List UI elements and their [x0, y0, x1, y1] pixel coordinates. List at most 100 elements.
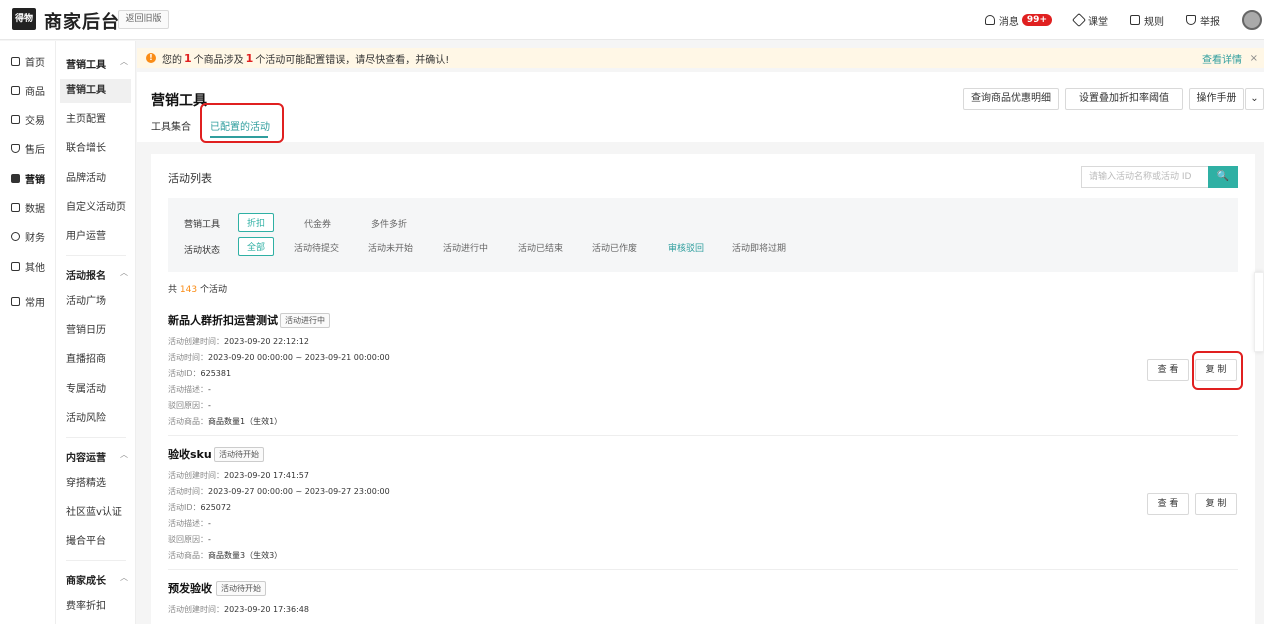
filter-status-all[interactable]: 全部: [238, 237, 275, 256]
total-count: 共 143 个活动: [168, 285, 227, 295]
view-details-link[interactable]: 查看详情: [1202, 51, 1242, 66]
sidebar-item-finance[interactable]: 财务: [0, 222, 56, 251]
bell-icon: [984, 15, 995, 25]
chevron-down-icon[interactable]: ⌄: [1245, 88, 1264, 110]
filter-tool-multi[interactable]: 多件多折: [371, 217, 407, 230]
report-link[interactable]: 举报: [1186, 13, 1220, 28]
rules-link[interactable]: 规则: [1130, 13, 1164, 28]
view-button[interactable]: 查 看: [1147, 359, 1189, 381]
filter-status-ended[interactable]: 活动已结束: [518, 241, 563, 254]
warning-alert: ! 您的 1 个商品涉及 1 个活动可能配置错误，请尽快查看，并确认! 查看详情…: [137, 48, 1264, 68]
filter-status-pending-submit[interactable]: 活动待提交: [294, 241, 339, 254]
highlight-box-tab: [200, 103, 284, 143]
sidebar-item-aftersale[interactable]: 售后: [0, 134, 56, 163]
classroom-link[interactable]: 课堂: [1071, 12, 1108, 28]
sidebar-item-home[interactable]: 首页: [0, 47, 56, 76]
group-merchant-growth[interactable]: 商家成长 ︿: [66, 572, 132, 587]
nav-custom-page[interactable]: 自定义活动页: [60, 196, 131, 220]
sidebar-item-other[interactable]: 其他: [0, 252, 56, 281]
nav-activity-risk[interactable]: 活动风险: [60, 407, 131, 431]
nav-marketing-calendar[interactable]: 营销日历: [60, 319, 131, 343]
page-title: 营销工具: [151, 93, 207, 109]
nav-activity-square[interactable]: 活动广场: [60, 290, 131, 314]
status-badge: 活动待开始: [216, 581, 266, 596]
tab-tool-collection[interactable]: 工具集合: [151, 118, 191, 133]
list-title: 活动列表: [168, 172, 212, 185]
top-header: 得物 商家后台 返回旧版 消息 99+ 课堂 规则 举报: [0, 0, 1264, 40]
divider: [66, 437, 126, 438]
search-input[interactable]: 请输入活动名称或活动 ID: [1081, 166, 1208, 188]
copy-button[interactable]: 复 制: [1195, 493, 1237, 515]
floating-side-panel[interactable]: [1254, 272, 1264, 352]
status-badge: 活动待开始: [214, 447, 264, 462]
other-icon: [11, 262, 20, 271]
logo-icon: 得物: [12, 8, 36, 30]
marketing-icon: [11, 174, 20, 183]
trade-icon: [11, 115, 20, 124]
filter-status-expiring[interactable]: 活动即将过期: [732, 241, 786, 254]
nav-joint-growth[interactable]: 联合增长: [60, 137, 131, 161]
nav-community-verify[interactable]: 社区蓝v认证: [60, 501, 131, 525]
messages-link[interactable]: 消息 99+: [984, 13, 1052, 28]
filter-status-void[interactable]: 活动已作废: [592, 241, 637, 254]
query-discount-button[interactable]: 查询商品优惠明细: [963, 88, 1059, 110]
nav-outfit-picks[interactable]: 穿搭精选: [60, 472, 131, 496]
chevron-up-icon: ︿: [120, 450, 128, 459]
avatar[interactable]: [1242, 10, 1262, 30]
filter-status-not-started[interactable]: 活动未开始: [368, 241, 413, 254]
brand-title: 商家后台: [44, 12, 120, 33]
filter-status-label: 活动状态: [184, 246, 221, 256]
highlight-box-copy: [1192, 351, 1243, 390]
sidebar-item-common[interactable]: 常用: [0, 287, 56, 316]
close-icon[interactable]: ×: [1250, 53, 1258, 64]
filter-tool-discount[interactable]: 折扣: [238, 213, 275, 232]
nav-brand-activity[interactable]: 品牌活动: [60, 167, 131, 191]
messages-badge: 99+: [1021, 14, 1052, 26]
activity-item: 验收sku 活动待开始 活动创建时间：2023-09-20 17:41:57 活…: [168, 442, 1238, 570]
old-version-button[interactable]: 返回旧版: [118, 10, 169, 29]
primary-sidebar: 首页 商品 交易 售后 营销 数据 财务 其他 常用: [0, 41, 56, 624]
sidebar-item-trade[interactable]: 交易: [0, 105, 56, 134]
nav-home-config[interactable]: 主页配置: [60, 108, 131, 132]
filter-status-ongoing[interactable]: 活动进行中: [443, 241, 488, 254]
filter-tool-voucher[interactable]: 代金券: [304, 217, 331, 230]
divider: [66, 560, 126, 561]
product-icon: [11, 86, 20, 95]
activity-name: 验收sku: [168, 448, 212, 461]
set-threshold-button[interactable]: 设置叠加折扣率阈值: [1065, 88, 1183, 110]
search-icon[interactable]: 🔍: [1208, 166, 1238, 188]
shield-icon: [1186, 15, 1196, 25]
divider: [66, 255, 126, 256]
sidebar-item-product[interactable]: 商品: [0, 76, 56, 105]
filter-status-rejected[interactable]: 审核驳回: [668, 241, 704, 254]
finance-icon: [11, 232, 20, 241]
activity-item: 预发验收 活动待开始 活动创建时间：2023-09-20 17:36:48: [168, 581, 309, 614]
group-content-ops[interactable]: 内容运营 ︿: [66, 449, 132, 464]
activity-name: 新品人群折扣运营测试: [168, 314, 278, 327]
nav-user-ops[interactable]: 用户运营: [60, 225, 131, 249]
group-activity-signup[interactable]: 活动报名 ︿: [66, 267, 132, 282]
common-icon: [11, 297, 20, 306]
nav-match-platform[interactable]: 撮合平台: [60, 530, 131, 554]
warning-icon: !: [146, 53, 156, 63]
sidebar-item-data[interactable]: 数据: [0, 193, 56, 222]
clipboard-icon: [1130, 15, 1140, 25]
chevron-up-icon: ︿: [120, 573, 128, 582]
chevron-up-icon: ︿: [120, 57, 128, 66]
chevron-up-icon: ︿: [120, 268, 128, 277]
home-icon: [11, 57, 20, 66]
manual-button[interactable]: 操作手册: [1189, 88, 1244, 110]
nav-fee-discount[interactable]: 费率折扣: [60, 595, 131, 619]
page-header: 营销工具 工具集合 已配置的活动 查询商品优惠明细 设置叠加折扣率阈值 操作手册…: [137, 72, 1264, 142]
view-button[interactable]: 查 看: [1147, 493, 1189, 515]
nav-exclusive-activity[interactable]: 专属活动: [60, 378, 131, 402]
filter-panel: 营销工具 折扣 代金券 多件多折 活动状态 全部 活动待提交 活动未开始 活动进…: [168, 198, 1238, 272]
nav-live-recruit[interactable]: 直播招商: [60, 348, 131, 372]
group-marketing-tools[interactable]: 营销工具 ︿: [66, 56, 132, 71]
activity-name: 预发验收: [168, 582, 212, 595]
nav-marketing-tools[interactable]: 营销工具: [60, 79, 131, 103]
sidebar-item-marketing[interactable]: 营销: [0, 164, 56, 193]
secondary-sidebar: 营销工具 ︿ 营销工具 主页配置 联合增长 品牌活动 自定义活动页 用户运营 活动…: [56, 41, 136, 624]
aftersale-icon: [11, 144, 20, 153]
graduation-cap-icon: [1071, 12, 1087, 28]
